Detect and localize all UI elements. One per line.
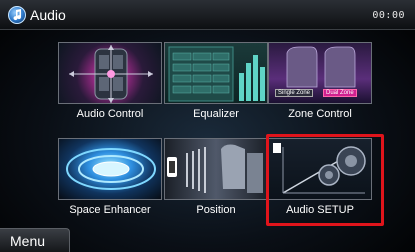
tile-label: Position [196,204,236,216]
clock: 00:00 [372,10,405,21]
tile-label: Zone Control [288,108,352,120]
dual-zone-chip: Dual Zone [323,89,357,97]
header-bar: Audio 00:00 [0,0,415,30]
page-title: Audio [30,7,66,23]
menu-button[interactable]: Menu [0,228,70,252]
tile-label: Equalizer [193,108,239,120]
zone-control-button[interactable]: Single Zone Dual Zone Zone Control [262,36,378,136]
position-button[interactable]: Position [158,132,274,232]
equalizer-thumbnail [164,42,268,104]
position-thumbnail [164,138,268,200]
tile-label: Audio Control [76,108,144,120]
selection-highlight [266,134,384,226]
zone-control-thumbnail: Single Zone Dual Zone [268,42,372,104]
audio-app-icon [8,6,26,24]
audio-control-button[interactable]: Audio Control [52,36,168,136]
space-enhancer-thumbnail [58,138,162,200]
equalizer-button[interactable]: Equalizer [158,36,274,136]
menu-label: Menu [10,233,46,249]
audio-screen: Audio 00:00 Audio Control Equalizer Sing… [0,0,415,252]
single-zone-chip: Single Zone [275,89,314,97]
audio-control-thumbnail [58,42,162,104]
tile-label: Space Enhancer [69,204,151,216]
space-enhancer-button[interactable]: Space Enhancer [52,132,168,232]
